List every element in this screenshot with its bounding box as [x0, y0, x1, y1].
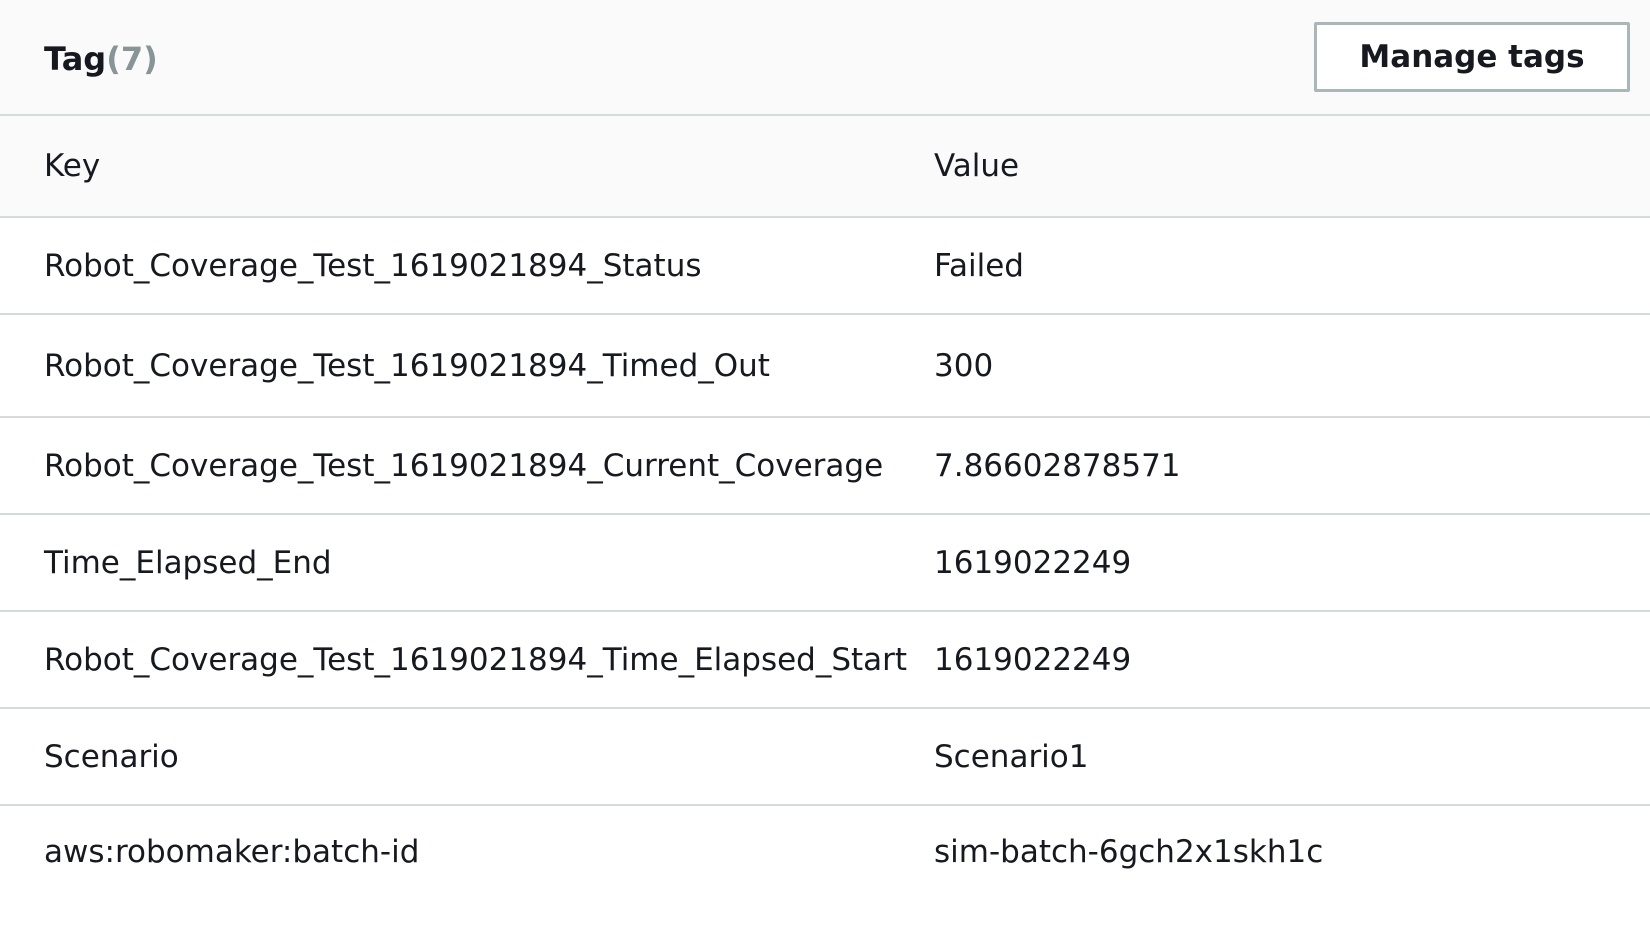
- tag-value-cell: 1619022249: [934, 544, 1132, 581]
- tags-table: Key Value Robot_Coverage_Test_1619021894…: [0, 116, 1650, 898]
- tag-count: (7): [106, 40, 158, 78]
- table-row: Robot_Coverage_Test_1619021894_Timed_Out…: [0, 315, 1650, 418]
- tag-key-cell: Robot_Coverage_Test_1619021894_Status: [44, 247, 702, 284]
- column-header-key: Key: [44, 148, 101, 184]
- tag-value-cell: 7.86602878571: [934, 447, 1181, 484]
- tag-value-cell: Scenario1: [934, 738, 1089, 775]
- tag-key-cell: Robot_Coverage_Test_1619021894_Current_C…: [44, 447, 884, 484]
- table-row: Robot_Coverage_Test_1619021894_Current_C…: [0, 418, 1650, 515]
- tag-key-cell: Robot_Coverage_Test_1619021894_Timed_Out: [44, 347, 770, 384]
- manage-tags-button[interactable]: Manage tags: [1314, 22, 1630, 92]
- table-header-row: Key Value: [0, 116, 1650, 218]
- table-row: Scenario Scenario1: [0, 709, 1650, 806]
- table-row: Robot_Coverage_Test_1619021894_Time_Elap…: [0, 612, 1650, 709]
- tag-key-cell: Time_Elapsed_End: [44, 544, 332, 581]
- table-row: Time_Elapsed_End 1619022249: [0, 515, 1650, 612]
- tag-value-cell: Failed: [934, 247, 1024, 284]
- tag-value-cell: 300: [934, 347, 994, 384]
- tag-key-cell: aws:robomaker:batch-id: [44, 834, 420, 870]
- panel-header: Tag (7) Manage tags: [0, 0, 1650, 116]
- panel-title-text: Tag: [44, 40, 107, 78]
- tag-value-cell: sim-batch-6gch2x1skh1c: [934, 834, 1324, 870]
- panel-title: Tag (7): [44, 40, 158, 78]
- table-row: aws:robomaker:batch-id sim-batch-6gch2x1…: [0, 806, 1650, 898]
- tags-panel: Tag (7) Manage tags Key Value Robot_Cover…: [0, 0, 1650, 944]
- column-header-value: Value: [934, 148, 1020, 184]
- table-row: Robot_Coverage_Test_1619021894_Status Fa…: [0, 218, 1650, 315]
- tag-key-cell: Scenario: [44, 738, 179, 775]
- tag-value-cell: 1619022249: [934, 641, 1132, 678]
- tag-key-cell: Robot_Coverage_Test_1619021894_Time_Elap…: [44, 641, 908, 678]
